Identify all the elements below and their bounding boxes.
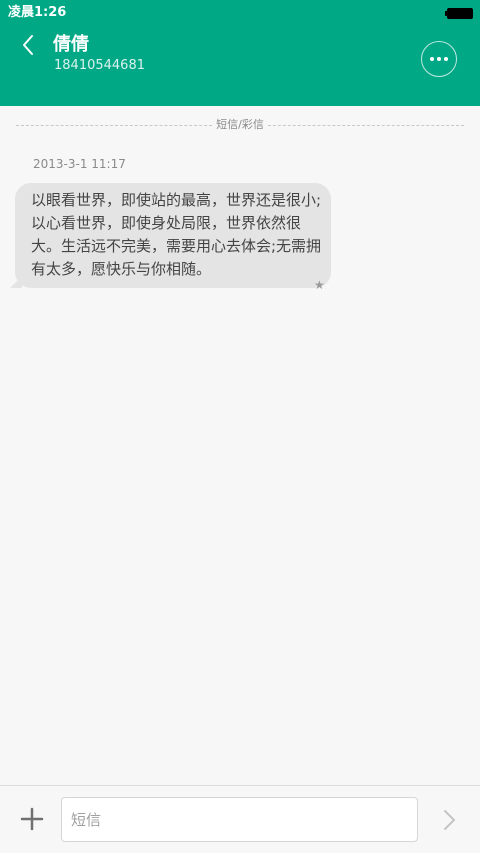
more-options-button[interactable]	[421, 41, 457, 77]
status-bar: 凌晨1:26	[0, 0, 480, 26]
message-input[interactable]	[61, 797, 418, 842]
composer-bar	[0, 785, 480, 853]
battery-icon	[445, 8, 473, 19]
chevron-right-icon	[444, 810, 455, 830]
message-text: 以眼看世界，即使站的最高，世界还是很小;以心看世界，即使身处局限，世界依然很大。…	[31, 191, 322, 278]
add-attachment-button[interactable]	[19, 806, 45, 832]
divider-line	[268, 125, 464, 126]
plus-icon	[20, 807, 44, 831]
star-icon: ★	[314, 278, 325, 292]
divider-label: 短信/彩信	[216, 118, 264, 131]
send-button[interactable]	[438, 807, 462, 833]
divider-line	[16, 125, 212, 126]
message-type-divider: 短信/彩信	[16, 117, 464, 133]
back-button[interactable]	[14, 30, 44, 60]
message-timestamp: 2013-3-1 11:17	[33, 157, 126, 171]
status-time: 凌晨1:26	[8, 5, 67, 20]
header: 凌晨1:26 倩倩 18410544681	[0, 0, 480, 106]
sms-conversation-screen: 凌晨1:26 倩倩 18410544681 短信/彩信 2013-3-1 11:…	[0, 0, 480, 853]
contact-name: 倩倩	[53, 34, 89, 55]
incoming-message-bubble[interactable]: 以眼看世界，即使站的最高，世界还是很小;以心看世界，即使身处局限，世界依然很大。…	[15, 183, 331, 288]
chevron-left-icon	[23, 35, 33, 55]
contact-phone-number: 18410544681	[54, 58, 145, 73]
